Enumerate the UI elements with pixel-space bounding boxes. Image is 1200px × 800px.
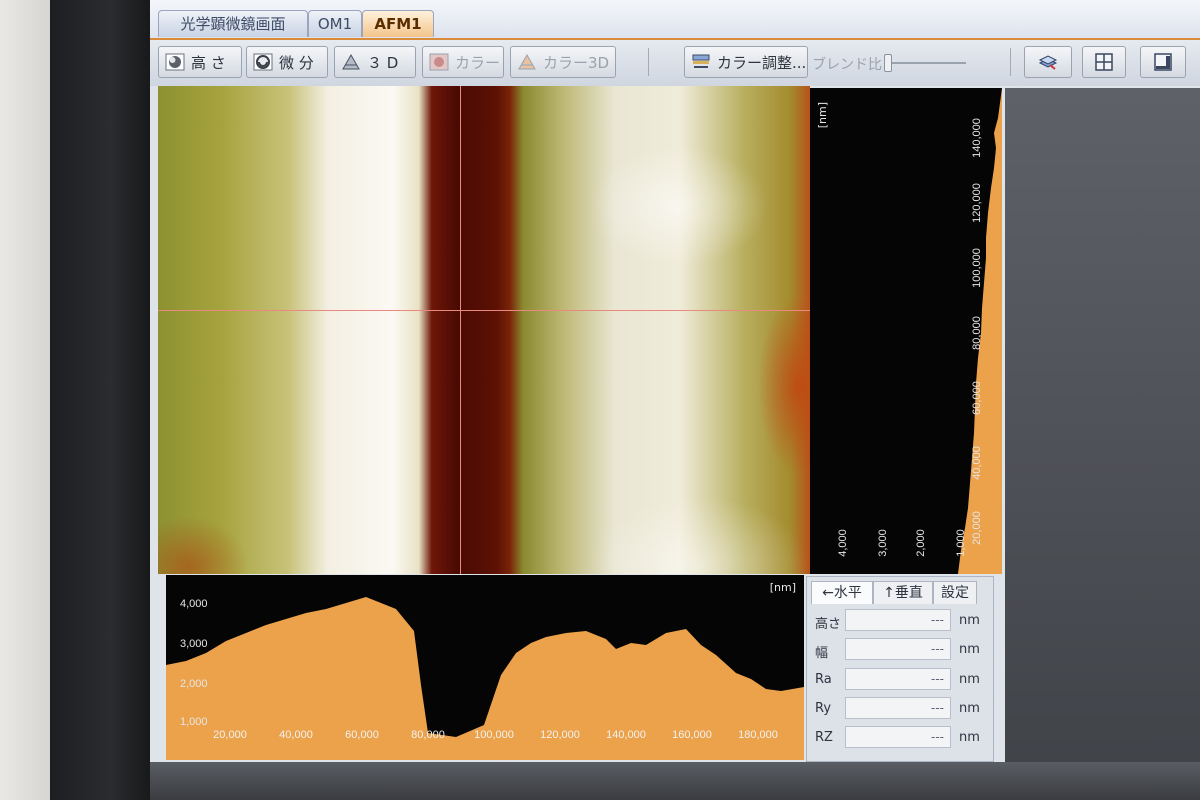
afm-height-image[interactable] [158,86,810,574]
horizontal-profile-svg: [nm] 4,000 3,000 2,000 1,000 20,000 40,0… [166,581,804,760]
v-vtick-1000: 1,000 [955,529,967,557]
height-label: 高 さ [191,54,226,72]
single-view-button[interactable] [1140,46,1186,78]
height-measure-label: 高さ [815,617,842,632]
width-measure-unit: nm [959,642,980,657]
h-xtick-80000: 80,000 [411,729,445,741]
horizontal-profile-x-ticks: 20,000 40,000 60,000 80,000 100,000 120,… [213,729,778,741]
v-vtick-3000: 3,000 [877,529,889,557]
ry-measure-field: --- [845,697,951,719]
tab-optical-microscope[interactable]: 光学顕微鏡画面 [158,10,308,37]
h-xtick-100000: 100,000 [474,729,514,741]
h-xtick-160000: 160,000 [672,729,712,741]
ra-measure-unit: nm [959,672,980,687]
tab-settings[interactable]: 設定 [933,581,977,604]
horizontal-profile-plot: [nm] 4,000 3,000 2,000 1,000 20,000 40,0… [166,575,804,760]
v-ytick-20000: 20,000 [971,511,983,545]
tab-om1[interactable]: OM1 [308,10,362,37]
blend-ratio-slider[interactable] [884,54,892,72]
v-vtick-2000: 2,000 [915,529,927,557]
derivative-label: 微 分 [279,54,314,72]
h-xtick-140000: 140,000 [606,729,646,741]
3d-icon [342,53,360,70]
vertical-profile-plot: [nm] 140,000 120,000 100,000 80,000 60,0… [810,88,1002,574]
toolbar: 高 さ 微 分 ３ D カラー カラー3D カラー調整... ブレンド比 [150,40,1200,86]
v-ytick-140000: 140,000 [971,118,983,158]
v-ytick-40000: 40,000 [971,446,983,480]
tab-vertical[interactable]: ↑垂直 [873,581,933,604]
height-button[interactable]: 高 さ [158,46,242,78]
h-ytick-3000: 3,000 [180,638,208,650]
ra-measure-label: Ra [815,672,832,687]
tab-bar: 光学顕微鏡画面 OM1 AFM1 [150,0,1200,40]
window-icon [1154,53,1172,71]
workspace-background [1005,88,1200,800]
height-measure-field: --- [845,609,951,631]
h-ytick-4000: 4,000 [180,598,208,610]
monitor-bezel [50,0,150,800]
height-icon [165,53,185,71]
grid-icon [1095,53,1113,71]
rz-measure-unit: nm [959,730,980,745]
vertical-profile-svg: [nm] 140,000 120,000 100,000 80,000 60,0… [816,88,1002,574]
tab-afm1[interactable]: AFM1 [362,10,434,37]
derivative-icon [253,53,273,71]
3d-button[interactable]: ３ D [334,46,416,78]
tab-horizontal[interactable]: ←水平 [811,581,873,604]
ry-measure-label: Ry [815,701,832,716]
layers-icon [1038,55,1058,70]
color-3d-button[interactable]: カラー3D [510,46,616,78]
derivative-button[interactable]: 微 分 [246,46,328,78]
toolbar-divider [648,48,649,76]
blend-ratio-track [886,62,966,64]
height-measure-unit: nm [959,613,980,628]
color-adjust-button[interactable]: カラー調整... [684,46,808,78]
color-icon [429,53,449,71]
screen: 光学顕微鏡画面 OM1 AFM1 高 さ 微 分 ３ D カラー カラー3D カ… [150,0,1200,800]
v-vtick-4000: 4,000 [837,529,849,557]
screen-bottom-area [150,762,1200,800]
color-adjust-label: カラー調整... [717,54,807,72]
color-label: カラー [455,54,501,72]
color-3d-icon [518,53,536,70]
rz-measure-label: RZ [815,730,833,745]
layers-button[interactable] [1024,46,1072,78]
toolbar-divider [1010,48,1011,76]
color-button[interactable]: カラー [422,46,504,78]
crosshair-vertical[interactable] [460,86,461,574]
color-3d-label: カラー3D [543,54,610,72]
v-ytick-100000: 100,000 [971,248,983,288]
ra-measure-field: --- [845,668,951,690]
v-ytick-80000: 80,000 [971,316,983,350]
h-xtick-60000: 60,000 [345,729,379,741]
blend-ratio-label: ブレンド比 [812,57,882,73]
color-adjust-icon [692,54,710,68]
h-xtick-180000: 180,000 [738,729,778,741]
measurement-panel: ←水平 ↑垂直 設定 高さ --- nm 幅 --- nm Ra --- nm … [806,576,994,762]
width-measure-field: --- [845,638,951,660]
h-ytick-2000: 2,000 [180,678,208,690]
width-measure-label: 幅 [815,646,829,661]
h-xtick-20000: 20,000 [213,729,247,741]
h-xtick-40000: 40,000 [279,729,313,741]
rz-measure-field: --- [845,726,951,748]
h-xtick-120000: 120,000 [540,729,580,741]
3d-label: ３ D [367,54,399,72]
ry-measure-unit: nm [959,701,980,716]
h-ytick-1000: 1,000 [180,716,208,728]
vertical-profile-value-ticks: 4,000 3,000 2,000 1,000 [837,529,967,557]
grid-view-button[interactable] [1082,46,1126,78]
horizontal-profile-unit: [nm] [770,581,796,594]
crosshair-horizontal[interactable] [158,310,810,311]
vertical-profile-unit: [nm] [816,102,829,128]
background-wall [0,0,50,800]
v-ytick-60000: 60,000 [971,381,983,415]
v-ytick-120000: 120,000 [971,183,983,223]
